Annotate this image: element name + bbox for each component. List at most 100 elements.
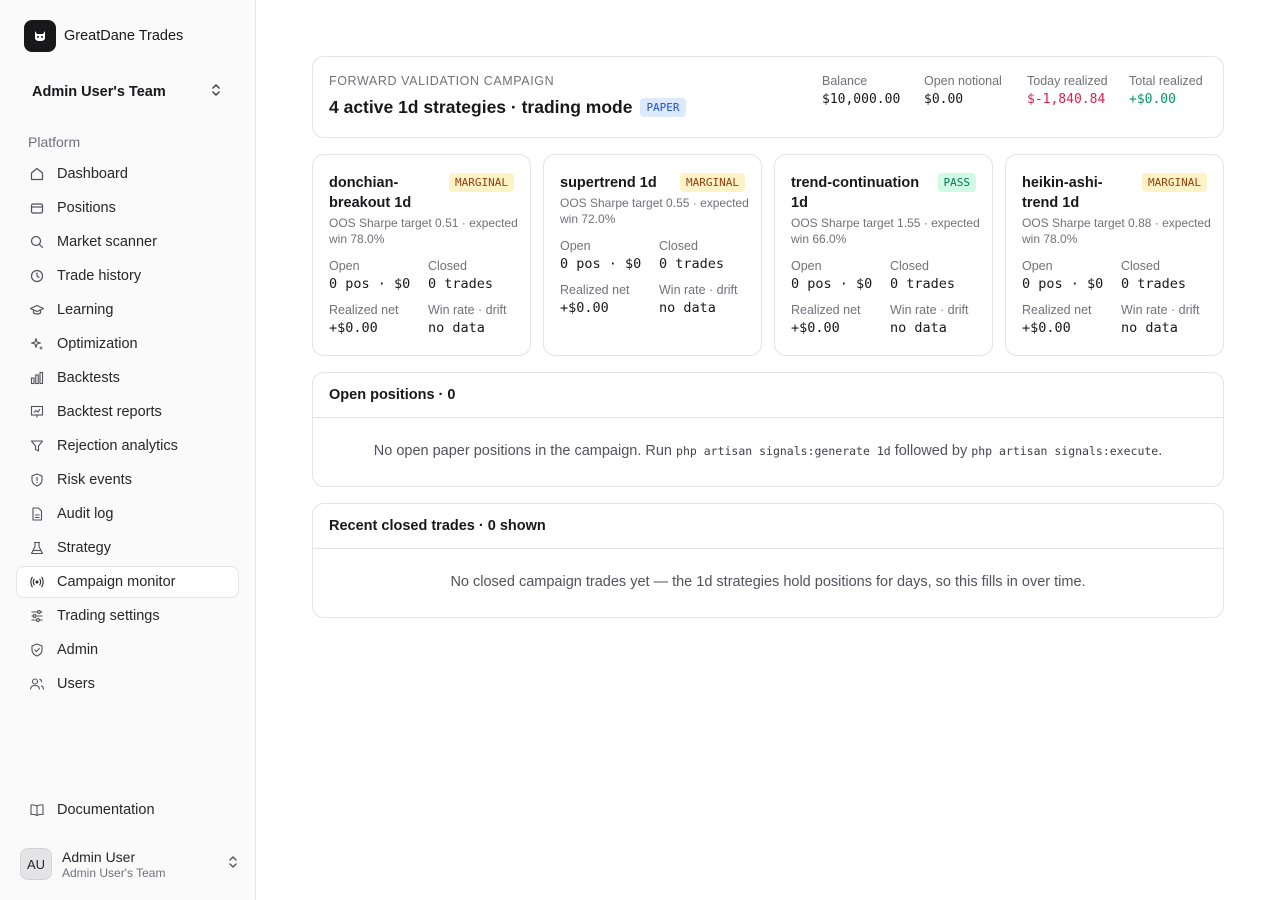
sidebar-item-users[interactable]: Users	[16, 668, 239, 700]
strategy-card: trend-continuation 1d PASS OOS Sharpe ta…	[774, 154, 993, 356]
home-icon	[29, 166, 45, 182]
stat-label: Total realized	[1129, 74, 1203, 88]
sidebar-item-label: Dashboard	[57, 166, 128, 182]
closed-metric: Closed 0 trades	[1121, 259, 1186, 292]
wallet-icon	[29, 200, 45, 216]
metric-label: Realized net	[1022, 303, 1092, 317]
flask-icon	[29, 540, 45, 556]
sidebar-item-backtest-reports[interactable]: Backtest reports	[16, 396, 239, 428]
metric-label: Open	[560, 239, 591, 253]
metric-label: Open	[329, 259, 360, 273]
metric-label: Win rate · drift	[1121, 303, 1200, 317]
brand[interactable]: GreatDane Trades	[24, 20, 183, 52]
sidebar-item-trade-history[interactable]: Trade history	[16, 260, 239, 292]
realized-net-metric: Realized net +$0.00	[329, 303, 399, 336]
strategy-description: OOS Sharpe target 0.51 · expected win 78…	[329, 216, 518, 246]
open-metric: Open 0 pos · $0	[329, 259, 410, 292]
presentation-chart-icon	[29, 404, 45, 420]
metric-value: 0 pos · $0	[1022, 276, 1104, 292]
metric-value: 0 pos · $0	[329, 276, 411, 292]
realized-net-metric: Realized net +$0.00	[1022, 303, 1092, 336]
sidebar-item-audit-log[interactable]: Audit log	[16, 498, 239, 530]
win-rate-metric: Win rate · drift no data	[890, 303, 969, 336]
sidebar-item-admin[interactable]: Admin	[16, 634, 239, 666]
panel-divider	[313, 548, 1223, 549]
metric-label: Closed	[1121, 259, 1160, 273]
metric-label: Realized net	[329, 303, 399, 317]
panel-title: Recent closed trades · 0 shown	[329, 518, 546, 534]
stat-balance: Balance $10,000.00	[822, 74, 900, 107]
page-title: 4 active 1d strategies · trading mode PA…	[329, 97, 686, 118]
metric-label: Closed	[890, 259, 929, 273]
sidebar-item-positions[interactable]: Positions	[16, 192, 239, 224]
empty-state: No open paper positions in the campaign.…	[313, 443, 1223, 459]
sidebar-item-strategy[interactable]: Strategy	[16, 532, 239, 564]
sidebar-item-dashboard[interactable]: Dashboard	[16, 158, 239, 190]
clock-icon	[29, 268, 45, 284]
metric-label: Realized net	[791, 303, 861, 317]
strategy-description: OOS Sharpe target 0.88 · expected win 78…	[1022, 216, 1211, 246]
metric-label: Open	[791, 259, 822, 273]
book-open-icon	[29, 802, 45, 818]
metric-value: no data	[1121, 320, 1178, 336]
strategy-name: trend-continuation 1d	[791, 175, 920, 211]
metric-label: Win rate · drift	[659, 283, 738, 297]
metric-value: no data	[890, 320, 947, 336]
sidebar-item-optimization[interactable]: Optimization	[16, 328, 239, 360]
command-snippet: php artisan signals:generate 1d	[676, 444, 891, 458]
metric-label: Open	[1022, 259, 1053, 273]
sliders-icon	[29, 608, 45, 624]
sidebar-item-label: Optimization	[57, 336, 138, 352]
user-menu[interactable]: AU Admin User Admin User's Team	[20, 844, 240, 884]
open-positions-panel: Open positions · 0 No open paper positio…	[312, 372, 1224, 487]
empty-text: No open paper positions in the campaign.…	[373, 443, 672, 459]
bar-chart-icon	[29, 370, 45, 386]
metric-value: +$0.00	[560, 300, 609, 316]
campaign-eyebrow: Forward validation campaign	[329, 74, 555, 88]
sidebar-item-label: Risk events	[57, 472, 132, 488]
sidebar-item-market-scanner[interactable]: Market scanner	[16, 226, 239, 258]
strategy-card: donchian-breakout 1d MARGINAL OOS Sharpe…	[312, 154, 531, 356]
sidebar-item-backtests[interactable]: Backtests	[16, 362, 239, 394]
sidebar-item-learning[interactable]: Learning	[16, 294, 239, 326]
stat-today-realized: Today realized $-1,840.84	[1027, 74, 1108, 107]
campaign-header: Forward validation campaign 4 active 1d …	[312, 56, 1224, 138]
radio-icon	[29, 574, 45, 590]
metric-value: 0 pos · $0	[560, 256, 642, 272]
open-metric: Open 0 pos · $0	[791, 259, 872, 292]
sidebar-item-risk-events[interactable]: Risk events	[16, 464, 239, 496]
sidebar-item-documentation[interactable]: Documentation	[16, 794, 239, 826]
sidebar-item-campaign-monitor[interactable]: Campaign monitor	[16, 566, 239, 598]
sidebar-item-rejection-analytics[interactable]: Rejection analytics	[16, 430, 239, 462]
team-switcher[interactable]: Admin User's Team	[16, 76, 239, 108]
mode-badge: PAPER	[640, 98, 686, 117]
sidebar-item-label: Users	[57, 676, 95, 692]
strategy-card: supertrend 1d MARGINAL OOS Sharpe target…	[543, 154, 762, 356]
brand-name: GreatDane Trades	[64, 28, 184, 44]
metric-label: Win rate · drift	[890, 303, 969, 317]
strategy-description: OOS Sharpe target 0.55 · expected win 72…	[560, 196, 749, 226]
sidebar-item-trading-settings[interactable]: Trading settings	[16, 600, 239, 632]
metric-value: +$0.00	[329, 320, 378, 336]
metric-label: Closed	[428, 259, 467, 273]
sidebar-item-label: Backtest reports	[57, 404, 162, 420]
shield-check-icon	[29, 642, 45, 658]
metric-value: 0 trades	[890, 276, 956, 292]
open-metric: Open 0 pos · $0	[1022, 259, 1103, 292]
win-rate-metric: Win rate · drift no data	[1121, 303, 1200, 336]
graduation-cap-icon	[29, 302, 45, 318]
sparkles-icon	[29, 336, 45, 352]
closed-metric: Closed 0 trades	[659, 239, 724, 272]
shield-alert-icon	[29, 472, 45, 488]
open-metric: Open 0 pos · $0	[560, 239, 641, 272]
sidebar-nav: Dashboard Positions Market scanner Trade…	[16, 158, 239, 702]
stat-value: $0.00	[924, 92, 964, 107]
nav-section-label: Platform	[28, 134, 81, 150]
stat-label: Today realized	[1027, 74, 1108, 88]
win-rate-metric: Win rate · drift no data	[659, 283, 738, 316]
metric-value: 0 trades	[659, 256, 725, 272]
sidebar-item-label: Backtests	[57, 370, 120, 386]
win-rate-metric: Win rate · drift no data	[428, 303, 507, 336]
sidebar-item-label: Audit log	[57, 506, 114, 522]
metric-value: 0 trades	[428, 276, 494, 292]
